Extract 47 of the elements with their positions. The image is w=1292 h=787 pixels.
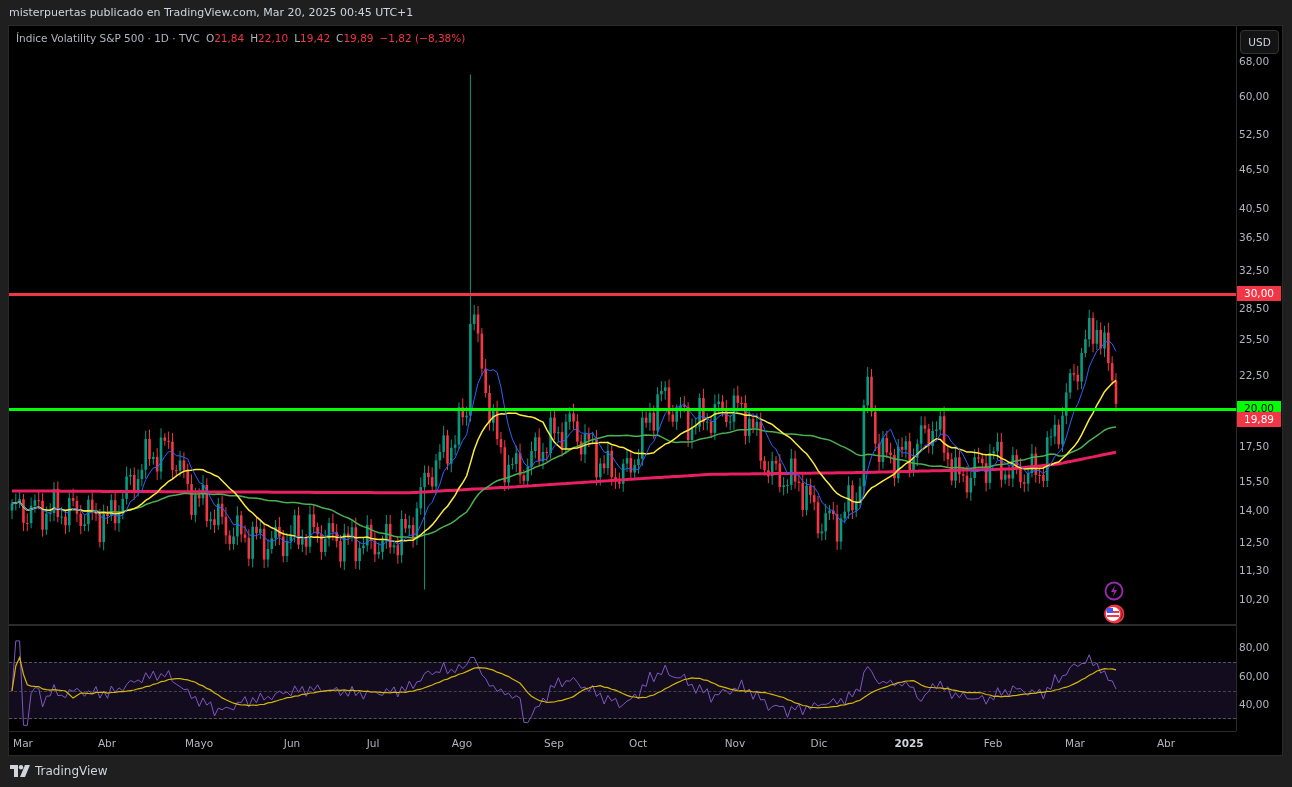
publisher-line: misterpuertas publicado en TradingView.com, Mar 20, 2025 00:45 UTC+1 [8, 5, 415, 21]
ohlc-value: L19,42 [294, 32, 331, 44]
ohlc-value: H22,10 [250, 32, 289, 44]
ohlc-value: C19,89 [336, 32, 374, 44]
price-axis-label: 22,50 [1239, 368, 1270, 381]
price-axis-label: 40,50 [1239, 201, 1270, 214]
price-axis-label: 46,50 [1239, 162, 1270, 175]
level-price-label: 30,00 [1237, 286, 1281, 302]
price-axis-label: 17,50 [1239, 440, 1270, 453]
symbol-title: Índice Volatility S&P 500 · 1D · TVC [16, 32, 200, 44]
time-axis-label: Abr [97, 737, 117, 749]
price-axis-label: 32,50 [1239, 264, 1270, 277]
time-axis-label: 2025 [894, 737, 924, 749]
price-axis-label: 15,50 [1239, 474, 1270, 487]
price-axis-label: 25,50 [1239, 333, 1270, 346]
price-axis-label: 12,50 [1239, 535, 1270, 548]
time-axis-label: Sep [544, 737, 564, 749]
price-axis-label: 11,30 [1239, 564, 1270, 577]
time-axis-label: Jul [366, 737, 380, 749]
time-axis-label: Abr [1156, 737, 1176, 749]
price-axis-label: 60,00 [1239, 90, 1270, 103]
rsi-axis-label: 40,00 [1239, 698, 1270, 711]
tradingview-logo-icon [10, 765, 30, 777]
price-axis-label: 36,50 [1239, 231, 1270, 244]
time-axis-label: Ago [451, 737, 473, 749]
price-axis-label: 28,50 [1239, 301, 1270, 314]
brand-name: TradingView [35, 764, 108, 778]
time-axis-label: Mar [1065, 737, 1085, 749]
price-axis-label: 10,20 [1239, 593, 1270, 606]
price-change: −1,82 (−8,38%) [379, 32, 466, 44]
price-axis-label: 68,00 [1239, 54, 1270, 67]
last-price-label: 19,89 [1237, 411, 1281, 427]
currency-button[interactable]: USD [1240, 30, 1279, 54]
time-axis-label: Jun [283, 737, 301, 749]
rsi-axis-label: 60,00 [1239, 669, 1270, 682]
time-axis-label: Nov [724, 737, 746, 749]
price-axis-label: 52,50 [1239, 128, 1270, 141]
time-axis-label: Mar [13, 737, 33, 749]
horizontal-line[interactable] [9, 407, 1236, 411]
flag-icon[interactable] [1103, 604, 1125, 624]
time-axis-label: Dic [810, 737, 828, 749]
ohlc-value: O21,84 [205, 32, 245, 44]
time-axis-label: Feb [983, 737, 1003, 749]
time-axis-label: Mayo [184, 737, 214, 749]
rsi-axis-label: 80,00 [1239, 641, 1270, 653]
time-axis-label: Oct [628, 737, 648, 749]
price-axis-label: 14,00 [1239, 503, 1270, 516]
